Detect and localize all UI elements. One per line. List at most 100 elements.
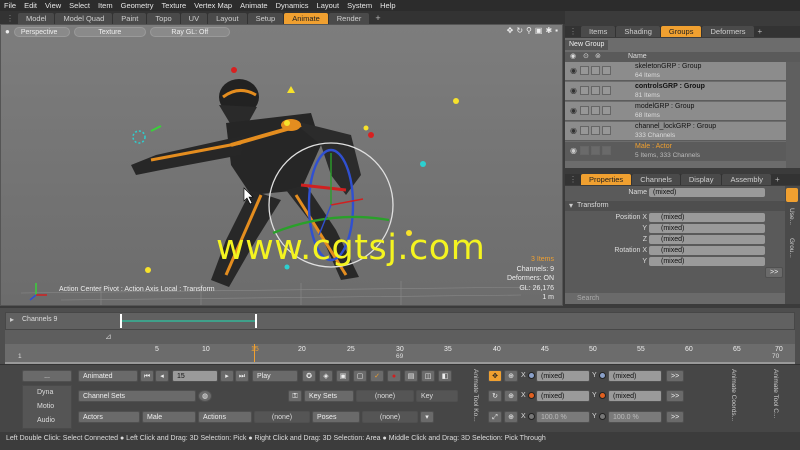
action-value[interactable]: (none) [254,411,310,423]
menu-system[interactable]: System [343,1,376,10]
animated-dropdown[interactable]: Animated [78,370,138,382]
tab-render[interactable]: Render [328,13,370,24]
more-button[interactable]: >> [666,411,685,423]
menu-geometry[interactable]: Geometry [117,1,158,10]
pos-x-field[interactable]: (mixed) [536,370,590,382]
axis-tool-icon[interactable]: ⊕ [504,411,518,423]
menu-view[interactable]: View [41,1,65,10]
tab-layout[interactable]: Layout [208,13,247,24]
group-row[interactable]: ◉ skeletonGRP : Group 64 Items [565,62,786,81]
current-frame-marker[interactable] [254,344,255,362]
transform-section-header[interactable]: ▾ Transform [565,201,785,211]
lock-checkbox[interactable] [580,66,589,75]
tab-uv[interactable]: UV [180,13,208,24]
tab-model[interactable]: Model [18,13,55,24]
drag-handle-icon[interactable]: ⋮ [565,26,581,37]
key-sets-dropdown[interactable]: Key Sets [304,390,354,402]
add-tab-icon[interactable]: + [772,174,783,185]
collapse-arrow-icon[interactable]: ▾ [569,201,573,210]
actors-dropdown[interactable]: Actors [78,411,140,423]
rot-x-field[interactable]: (mixed) [536,390,590,402]
rot-y-field[interactable]: (mixed) [608,390,662,402]
key-all-icon[interactable]: ▣ [336,370,350,382]
tab-animate[interactable]: Animate [284,13,328,24]
poses-dropdown[interactable]: Poses [312,411,360,423]
range-end-handle[interactable] [255,314,257,328]
go-end-icon[interactable]: ⏭ [235,370,249,382]
options-button[interactable]: ... [22,370,72,382]
menu-layout[interactable]: Layout [313,1,344,10]
select-checkbox[interactable] [602,66,611,75]
animate-tool-c-tab[interactable]: Animate Tool C... [772,369,779,418]
axis-tool-icon[interactable]: ⊕ [504,370,518,382]
position-z-field[interactable]: (mixed) [649,235,765,244]
animate-tool-ko-tab[interactable]: Animate Tool Ko... [472,369,479,422]
autokey-icon[interactable]: ✓ [370,370,384,382]
filter-icon[interactable]: ⊿ [105,332,112,341]
menu-select[interactable]: Select [65,1,94,10]
pos-y-field[interactable]: (mixed) [608,370,662,382]
tab-paint[interactable]: Paint [113,13,147,24]
motion-item[interactable]: Motio [23,400,71,414]
eye-icon[interactable]: ◉ [569,106,578,115]
ghost-icon[interactable]: ◫ [421,370,435,382]
axis-tool-icon[interactable]: ⊕ [504,390,518,402]
more-button[interactable]: >> [666,370,685,382]
tab-assembly[interactable]: Assembly [722,174,771,185]
menu-vertex-map[interactable]: Vertex Map [190,1,236,10]
group-row[interactable]: ◉ controlsGRP : Group 81 Items [565,82,786,101]
lock-checkbox[interactable] [580,126,589,135]
current-frame-input[interactable]: 15 [172,370,218,382]
keyframe-dot-icon[interactable] [528,392,535,399]
select-checkbox[interactable] [602,86,611,95]
add-tab-icon[interactable]: + [755,26,766,37]
rotation-x-field[interactable]: (mixed) [649,246,765,255]
key-icon[interactable]: ◈ [319,370,333,382]
group-row-selected[interactable]: ◉ Male : Actor 5 Items, 333 Channels [565,142,786,161]
record-dot-icon[interactable]: ● [387,370,401,382]
eye-icon[interactable]: ◉ [569,66,578,75]
lock-checkbox[interactable] [580,86,589,95]
position-y-field[interactable]: (mixed) [649,224,765,233]
transform-tool-icon[interactable]: ✥ [488,370,502,382]
key-button[interactable]: Key [416,390,458,402]
lock-checkbox[interactable] [580,146,589,155]
select-checkbox[interactable] [602,126,611,135]
drag-handle-icon[interactable]: ⋮ [565,174,581,185]
actor-male-dropdown[interactable]: Male [142,411,196,423]
new-group-button[interactable]: New Group [565,40,609,50]
lock-checkbox[interactable] [580,106,589,115]
scale-tool-icon[interactable]: ⤢ [488,411,502,423]
menu-animate[interactable]: Animate [236,1,272,10]
key-set-value[interactable]: (none) [356,390,414,402]
menu-help[interactable]: Help [376,1,399,10]
dopesheet-track[interactable]: ▸ Channels 9 [5,312,795,330]
side-tab-active[interactable] [786,188,798,202]
tab-properties[interactable]: Properties [581,174,632,185]
dynamics-item[interactable]: Dyna [23,386,71,400]
name-column-header[interactable]: Name [628,53,647,60]
next-key-icon[interactable]: ▸ [220,370,234,382]
render-checkbox[interactable] [591,86,600,95]
menu-edit[interactable]: Edit [20,1,41,10]
keyframe-dot-icon[interactable] [528,413,535,420]
audio-item[interactable]: Audio [23,414,71,428]
menu-dynamics[interactable]: Dynamics [272,1,313,10]
rotation-y-field[interactable]: (mixed) [649,257,765,266]
menu-texture[interactable]: Texture [158,1,191,10]
keyframe-dot-icon[interactable] [599,372,606,379]
add-tab-icon[interactable]: + [370,13,385,24]
render-checkbox[interactable] [591,126,600,135]
side-tab-user[interactable]: Use... [788,208,795,225]
record-icon[interactable]: ✪ [302,370,316,382]
property-search-input[interactable]: Search [565,293,785,304]
key-set-icon[interactable]: ⚿ [288,390,302,402]
key-range-bar[interactable] [121,320,256,322]
select-checkbox[interactable] [602,106,611,115]
go-start-icon[interactable]: ⏮ [140,370,154,382]
keyframe-dot-icon[interactable] [599,413,606,420]
name-field[interactable]: (mixed) [649,188,765,197]
tab-items[interactable]: Items [581,26,616,37]
rotate-tool-icon[interactable]: ↻ [488,390,502,402]
pose-options-icon[interactable]: ▾ [420,411,434,423]
